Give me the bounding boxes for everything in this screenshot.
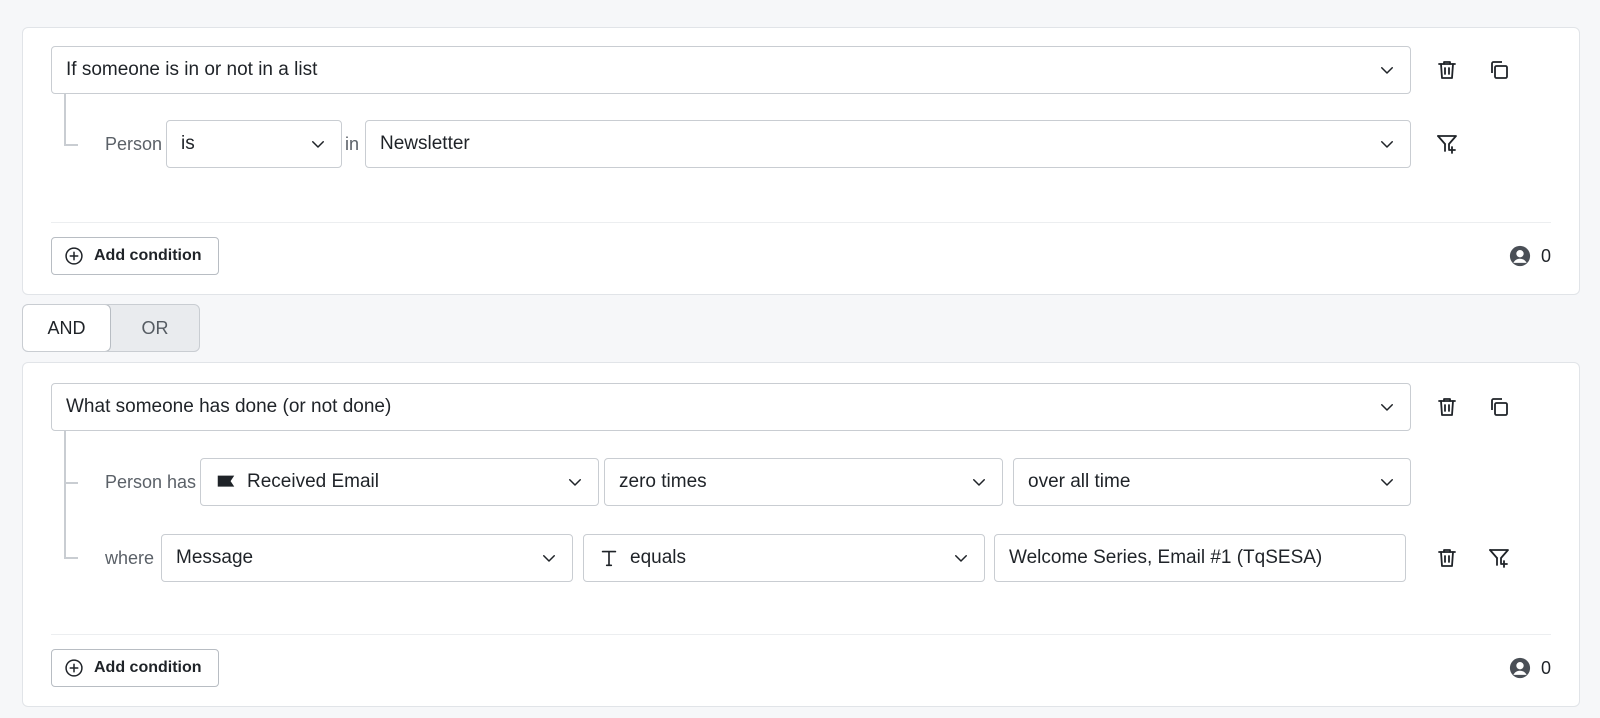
operator-select[interactable]: is: [166, 120, 342, 168]
add-filter-button[interactable]: [1433, 130, 1461, 158]
condition-type-value: What someone has done (or not done): [66, 396, 392, 417]
in-label: in: [345, 134, 360, 154]
metric-select[interactable]: Received Email: [200, 458, 599, 506]
comparator-value: equals: [630, 547, 686, 568]
add-condition-label: Add condition: [94, 659, 202, 676]
chevron-down-icon: [1381, 141, 1393, 148]
and-option[interactable]: AND: [23, 305, 111, 351]
chevron-down-icon: [1381, 479, 1393, 486]
condition-type-select[interactable]: What someone has done (or not done): [51, 383, 1411, 431]
tree-branch: [64, 144, 78, 146]
condition-group-2: What someone has done (or not done) Pers…: [22, 362, 1580, 707]
flag-icon: [217, 475, 235, 487]
filter-plus-icon: [1489, 549, 1509, 568]
trash-icon: [1438, 398, 1456, 416]
add-filter-button[interactable]: [1485, 544, 1513, 572]
person-label: Person: [105, 134, 163, 154]
duplicate-group-button[interactable]: [1485, 56, 1513, 84]
copy-icon: [1491, 398, 1508, 416]
comparator-select[interactable]: equals: [583, 534, 985, 582]
person-has-label: Person has: [105, 472, 197, 492]
add-condition-button[interactable]: Add condition: [51, 649, 219, 687]
plus-circle-icon: [65, 247, 83, 265]
person-circle-icon: [1509, 245, 1531, 267]
tree-connector: [64, 94, 66, 146]
or-option[interactable]: OR: [111, 305, 199, 351]
delete-group-button[interactable]: [1433, 393, 1461, 421]
profile-count: 0: [1509, 656, 1551, 680]
filter-plus-icon: [1437, 135, 1457, 154]
condition-type-select[interactable]: If someone is in or not in a list: [51, 46, 1411, 94]
condition-group-1: If someone is in or not in a list Person…: [22, 27, 1580, 295]
timeframe-value: over all time: [1028, 471, 1131, 492]
chevron-down-icon: [1381, 404, 1393, 411]
copy-icon: [1491, 61, 1508, 79]
add-condition-label: Add condition: [94, 247, 202, 264]
property-select[interactable]: Message: [161, 534, 573, 582]
value-input[interactable]: [994, 534, 1406, 582]
add-condition-button[interactable]: Add condition: [51, 237, 219, 275]
where-label: where: [105, 548, 155, 568]
count-value: 0: [1540, 245, 1551, 266]
frequency-value: zero times: [619, 471, 707, 492]
chevron-down-icon: [973, 479, 985, 486]
text-type-icon: [601, 550, 617, 567]
plus-circle-icon: [65, 659, 83, 677]
chevron-down-icon: [543, 555, 555, 562]
chevron-down-icon: [312, 141, 324, 148]
duplicate-group-button[interactable]: [1485, 393, 1513, 421]
metric-value: Received Email: [247, 471, 379, 492]
tree-connector: [64, 431, 66, 559]
logic-toggle: AND OR: [22, 304, 200, 352]
property-value: Message: [176, 547, 254, 568]
delete-group-button[interactable]: [1433, 56, 1461, 84]
divider: [51, 222, 1551, 223]
frequency-select[interactable]: zero times: [604, 458, 1003, 506]
timeframe-select[interactable]: over all time: [1013, 458, 1411, 506]
list-value: Newsletter: [380, 133, 470, 154]
delete-condition-button[interactable]: [1433, 544, 1461, 572]
person-circle-icon: [1509, 657, 1531, 679]
divider: [51, 634, 1551, 635]
list-select[interactable]: Newsletter: [365, 120, 1411, 168]
chevron-down-icon: [569, 479, 581, 486]
count-value: 0: [1540, 657, 1551, 678]
chevron-down-icon: [955, 555, 967, 562]
tree-branch: [64, 557, 78, 559]
trash-icon: [1438, 61, 1456, 79]
condition-type-value: If someone is in or not in a list: [66, 59, 318, 80]
trash-icon: [1438, 549, 1456, 567]
operator-value: is: [181, 133, 195, 154]
chevron-down-icon: [1381, 67, 1393, 74]
tree-branch: [64, 482, 78, 484]
profile-count: 0: [1509, 244, 1551, 268]
